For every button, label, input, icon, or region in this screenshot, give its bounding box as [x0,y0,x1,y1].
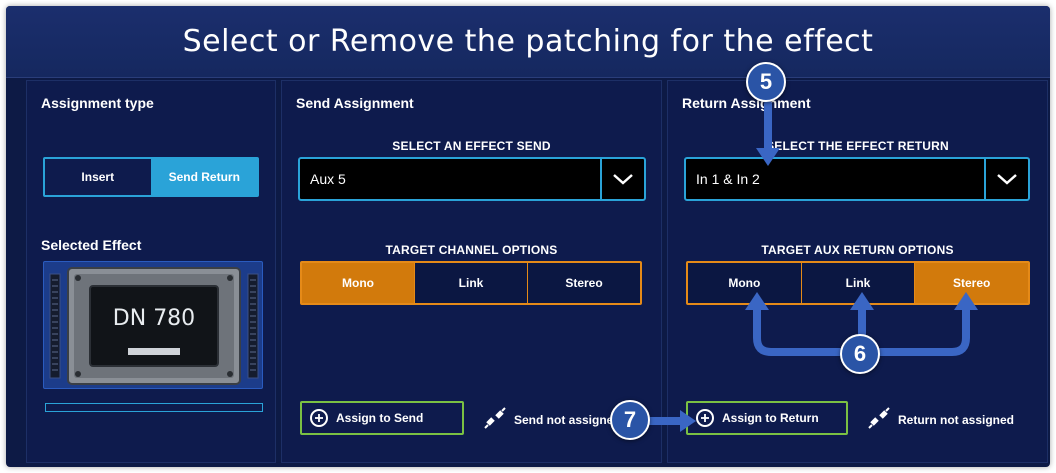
send-mono-option[interactable]: Mono [302,263,415,303]
effect-send-dropdown[interactable]: Aux 5 [298,157,646,201]
send-status-label: Send not assigned [514,412,621,427]
select-send-label: SELECT AN EFFECT SEND [392,139,551,153]
step-7-callout: 7 [610,400,650,440]
effect-name: DN 780 [112,306,196,331]
target-aux-return-options-label: TARGET AUX RETURN OPTIONS [761,243,954,257]
plus-circle-icon [696,409,714,427]
page-title: Select or Remove the patching for the ef… [182,24,874,59]
assignment-type-panel: Assignment type Insert Send Return Selec… [26,80,276,463]
send-assignment-heading: Send Assignment [296,95,414,111]
return-link-option[interactable]: Link [801,263,916,303]
target-channel-options: Mono Link Stereo [300,261,642,305]
assignment-type-heading: Assignment type [41,95,154,111]
insert-option[interactable]: Insert [45,159,152,195]
return-assignment-panel: Return Assignment SELECT THE EFFECT RETU… [667,80,1048,463]
step-5-callout: 5 [746,62,786,102]
unplugged-icon [484,407,506,432]
plus-circle-icon [310,409,328,427]
step-6-callout: 6 [840,334,880,374]
title-bar: Select or Remove the patching for the ef… [6,6,1050,78]
select-return-label: SELECT THE EFFECT RETURN [766,139,949,153]
effect-return-value: In 1 & In 2 [696,171,760,187]
effect-preview: DN 780 [43,261,263,389]
send-assignment-panel: Send Assignment SELECT AN EFFECT SEND Au… [281,80,662,463]
return-stereo-option[interactable]: Stereo [915,263,1029,303]
target-aux-return-options: Mono Link Stereo [686,261,1030,305]
return-assignment-heading: Return Assignment [682,95,811,111]
target-channel-options-label: TARGET CHANNEL OPTIONS [385,243,558,257]
effect-return-dropdown[interactable]: In 1 & In 2 [684,157,1030,201]
selected-effect-heading: Selected Effect [41,237,142,253]
return-status-label: Return not assigned [898,412,1015,427]
return-status: Return not assigned [868,407,1014,432]
return-mono-option[interactable]: Mono [688,263,802,303]
assign-to-send-button[interactable]: Assign to Send [300,401,464,435]
assign-to-return-button[interactable]: Assign to Return [686,401,848,435]
chevron-down-icon[interactable] [600,159,644,199]
send-link-option[interactable]: Link [415,263,528,303]
assign-to-send-label: Assign to Send [336,411,424,425]
send-status: Send not assigned [484,407,621,432]
unplugged-icon [868,407,890,432]
send-return-option[interactable]: Send Return [151,159,257,195]
assignment-type-selector: Insert Send Return [43,157,259,197]
effect-progress-bar [45,403,263,412]
send-stereo-option[interactable]: Stereo [528,263,640,303]
chevron-down-icon[interactable] [984,159,1028,199]
effect-patching-window: Select or Remove the patching for the ef… [6,6,1050,467]
assign-to-return-label: Assign to Return [722,411,819,425]
effect-send-value: Aux 5 [310,171,346,187]
